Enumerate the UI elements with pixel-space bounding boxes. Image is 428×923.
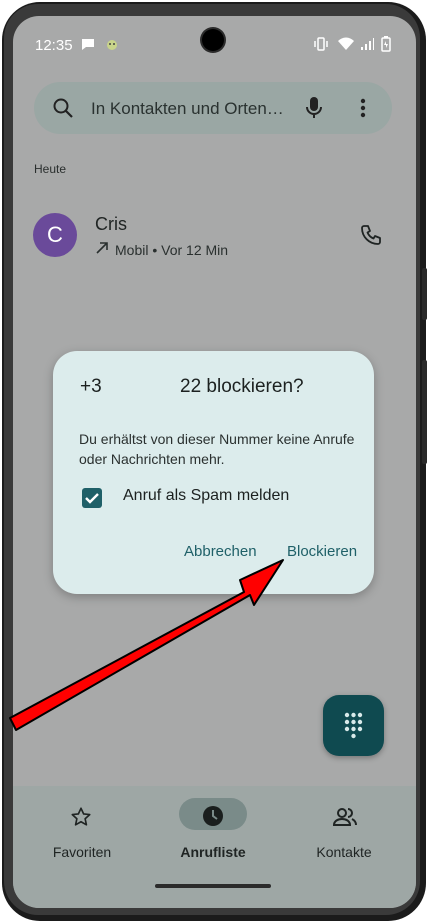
annotation-arrow [9, 559, 284, 731]
